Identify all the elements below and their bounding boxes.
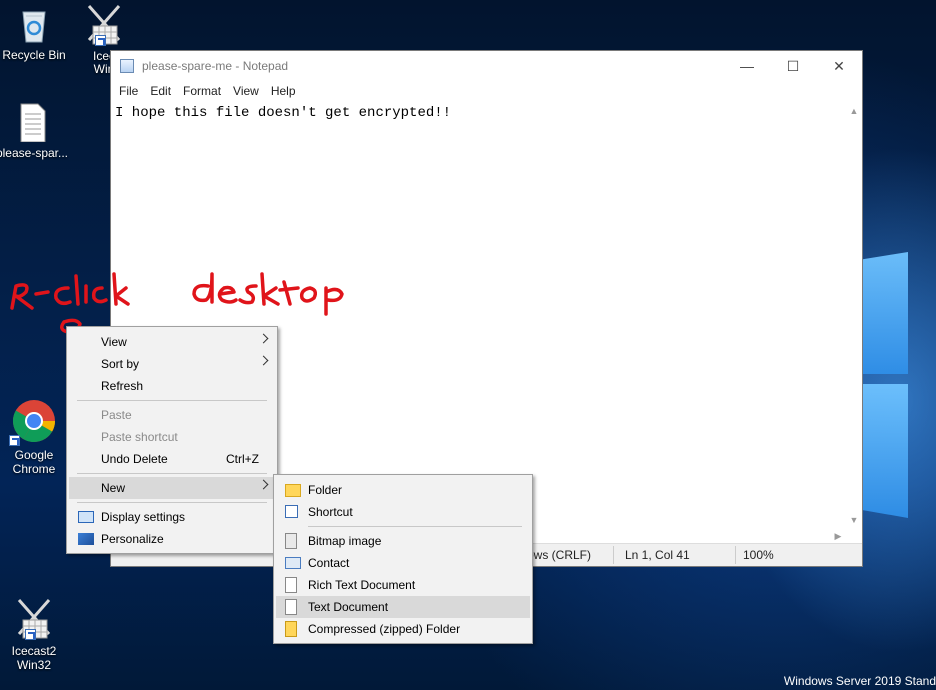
rich-text-document-icon xyxy=(285,577,297,593)
close-button[interactable]: ✕ xyxy=(816,51,862,81)
desktop-icon-label: please-spar... xyxy=(0,146,69,160)
personalize-icon xyxy=(78,533,94,545)
shortcut-arrow-icon xyxy=(95,35,106,46)
folder-icon xyxy=(285,484,301,497)
desktop-icon-label: Recycle Bin xyxy=(2,48,66,62)
menu-separator xyxy=(77,473,267,474)
status-position: Ln 1, Col 41 xyxy=(625,548,690,562)
text-file-icon xyxy=(12,102,52,143)
new-rich-text-document[interactable]: Rich Text Document xyxy=(276,574,530,596)
notepad-icon xyxy=(120,59,134,73)
menu-help[interactable]: Help xyxy=(265,84,302,98)
window-title: please-spare-me - Notepad xyxy=(142,59,289,73)
context-menu-paste: Paste xyxy=(69,404,275,426)
text-document-icon xyxy=(285,599,297,615)
new-text-document[interactable]: Text Document xyxy=(276,596,530,618)
menu-separator xyxy=(308,526,522,527)
menu-file[interactable]: File xyxy=(113,84,144,98)
menu-item-label: Sort by xyxy=(101,357,140,371)
contact-card-icon xyxy=(285,557,301,569)
menu-item-label: Paste xyxy=(101,408,132,422)
context-menu-sort-by[interactable]: Sort by xyxy=(69,353,275,375)
desktop-icon-icecast2[interactable]: Icecast2 Win32 xyxy=(0,594,72,672)
bitmap-image-icon xyxy=(285,533,297,549)
desktop-context-menu: View Sort by Refresh Paste Paste shortcu… xyxy=(66,326,278,554)
menu-item-label: New xyxy=(101,481,126,495)
menu-separator xyxy=(77,400,267,401)
shortcut-icon xyxy=(285,505,298,518)
menu-item-label: Bitmap image xyxy=(308,534,382,548)
shortcut-arrow-icon xyxy=(9,435,20,446)
new-contact[interactable]: Contact xyxy=(276,552,530,574)
desktop-icon-google-chrome[interactable]: Google Chrome xyxy=(0,398,72,476)
scroll-up-icon[interactable]: ▲ xyxy=(846,103,862,119)
context-menu-new[interactable]: New xyxy=(69,477,275,499)
minimize-button[interactable]: — xyxy=(724,51,770,81)
menu-item-shortcut: Ctrl+Z xyxy=(226,452,259,466)
new-folder[interactable]: Folder xyxy=(276,479,530,501)
menu-item-label: Folder xyxy=(308,483,343,497)
display-settings-icon xyxy=(78,511,94,523)
chevron-right-icon xyxy=(258,333,269,344)
status-encoding: ows (CRLF) xyxy=(527,548,592,562)
menu-item-label: Display settings xyxy=(101,510,186,524)
desktop-icon-recycle-bin[interactable]: Recycle Bin xyxy=(0,4,72,62)
menu-view[interactable]: View xyxy=(227,84,265,98)
status-divider xyxy=(735,546,736,564)
menu-item-label: Refresh xyxy=(101,379,144,393)
menu-item-label: Paste shortcut xyxy=(101,430,178,444)
menu-item-label: Personalize xyxy=(101,532,164,546)
menu-item-label: Shortcut xyxy=(308,505,353,519)
menu-item-label: View xyxy=(101,335,127,349)
context-menu-refresh[interactable]: Refresh xyxy=(69,375,275,397)
scroll-right-icon[interactable]: ▶ xyxy=(830,528,846,544)
status-divider xyxy=(613,546,614,564)
desktop-icon-label: Google Chrome xyxy=(12,448,56,476)
scroll-down-icon[interactable]: ▼ xyxy=(846,512,862,528)
vertical-scrollbar[interactable]: ▲ ▼ xyxy=(846,103,862,528)
menu-item-label: Contact xyxy=(308,556,350,570)
new-shortcut[interactable]: Shortcut xyxy=(276,501,530,523)
context-menu-paste-shortcut: Paste shortcut xyxy=(69,426,275,448)
shortcut-arrow-icon xyxy=(25,629,36,640)
chrome-icon xyxy=(9,398,57,446)
new-compressed-folder[interactable]: Compressed (zipped) Folder xyxy=(276,618,530,640)
context-menu-view[interactable]: View xyxy=(69,331,275,353)
windows-logo-pane-top xyxy=(862,252,908,374)
windows-logo-pane-bottom xyxy=(862,384,908,518)
desktop-icon-please-spare-file[interactable]: please-spar... xyxy=(0,102,70,160)
new-submenu: Folder Shortcut Bitmap image Contact Ric… xyxy=(273,474,533,644)
context-menu-display-settings[interactable]: Display settings xyxy=(69,506,275,528)
menu-item-label: Undo Delete xyxy=(101,452,168,466)
chevron-right-icon xyxy=(258,355,269,366)
desktop-icon-label: Icecast2 Win32 xyxy=(11,644,57,672)
status-zoom: 100% xyxy=(743,548,774,562)
menu-item-label: Compressed (zipped) Folder xyxy=(308,622,461,636)
zip-folder-icon xyxy=(285,621,297,637)
context-menu-undo-delete[interactable]: Undo Delete Ctrl+Z xyxy=(69,448,275,470)
menu-edit[interactable]: Edit xyxy=(144,84,177,98)
new-bitmap-image[interactable]: Bitmap image xyxy=(276,530,530,552)
icecast-icon xyxy=(79,0,129,50)
maximize-button[interactable]: ☐ xyxy=(770,51,816,81)
menu-format[interactable]: Format xyxy=(177,84,227,98)
menu-separator xyxy=(77,502,267,503)
context-menu-personalize[interactable]: Personalize xyxy=(69,528,275,550)
menu-item-label: Text Document xyxy=(308,600,389,614)
chevron-right-icon xyxy=(258,479,269,490)
recycle-bin-icon xyxy=(14,4,54,44)
windows-edition-watermark: Windows Server 2019 Stand xyxy=(783,674,936,688)
notepad-titlebar[interactable]: please-spare-me - Notepad — ☐ ✕ xyxy=(111,51,862,81)
menu-bar: File Edit Format View Help xyxy=(111,81,862,101)
icecast-icon xyxy=(9,594,59,644)
menu-item-label: Rich Text Document xyxy=(308,578,416,592)
